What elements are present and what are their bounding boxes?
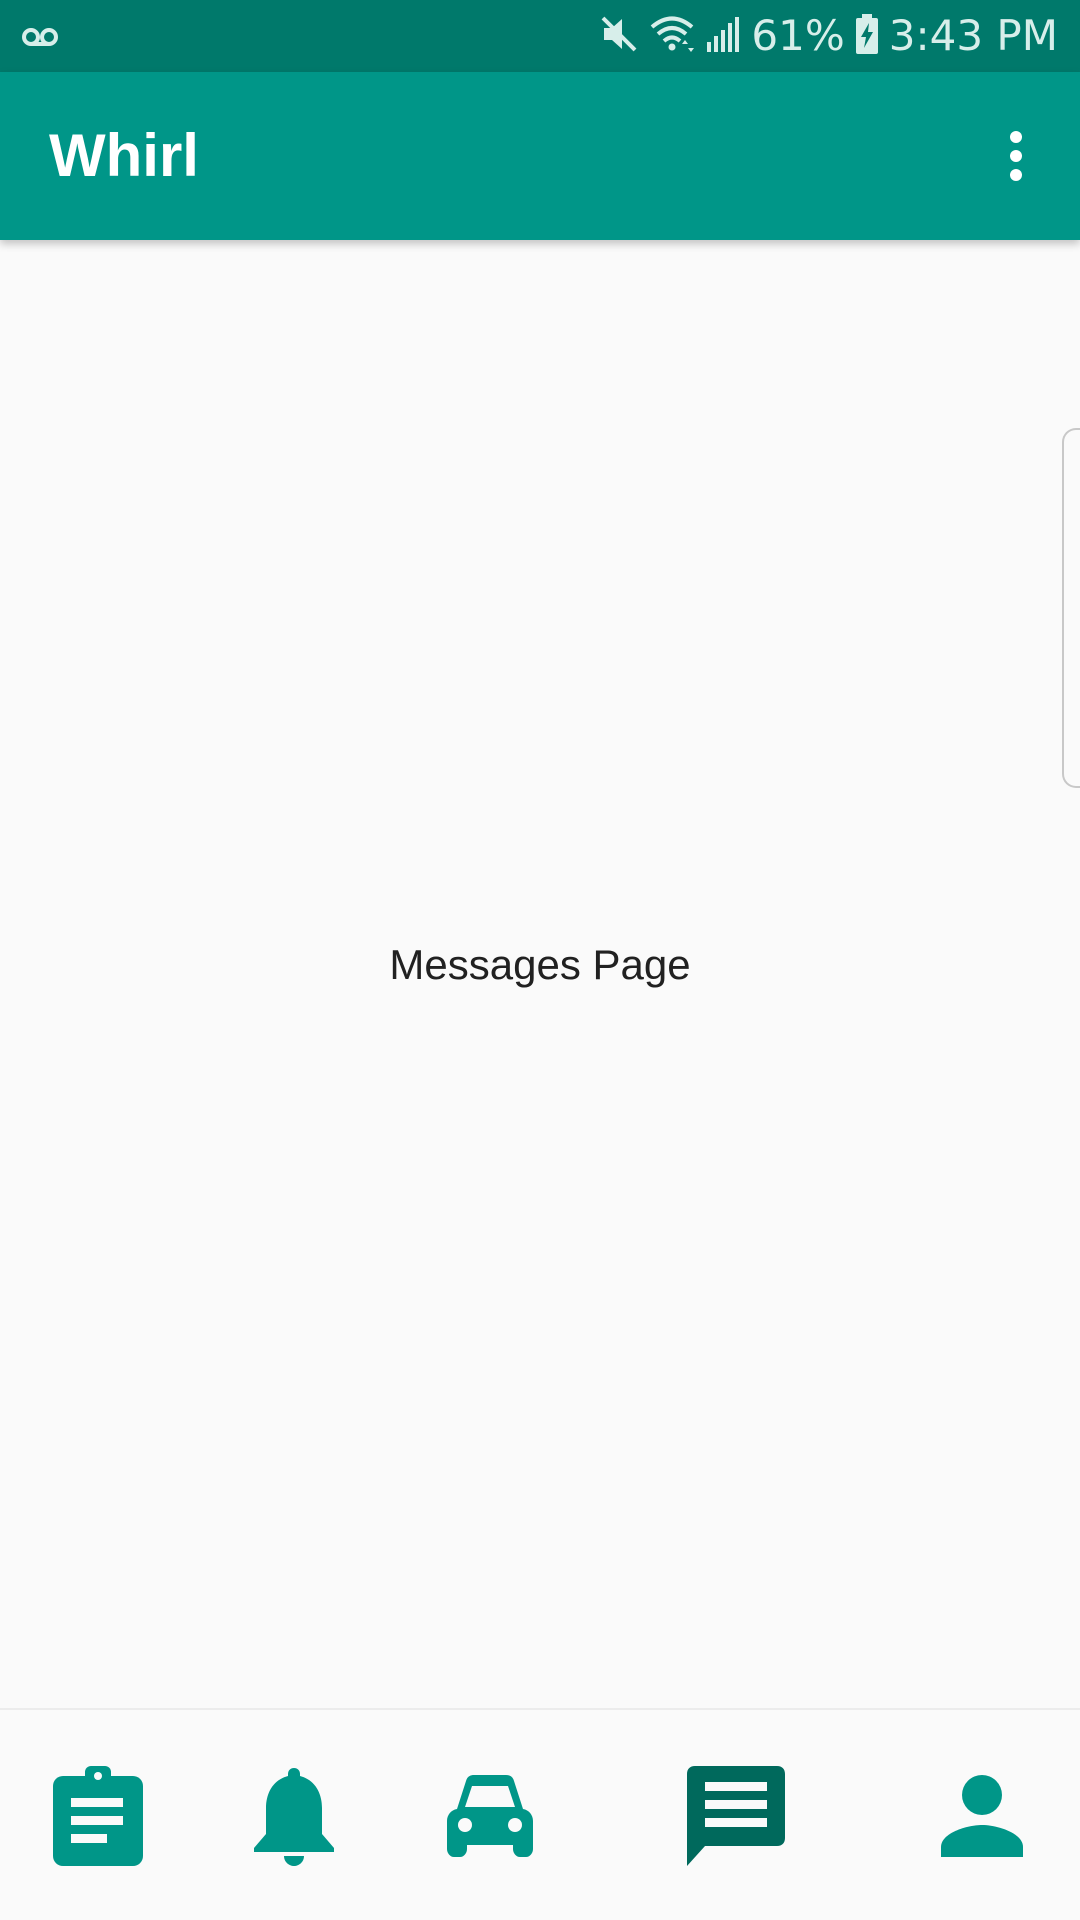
status-bar: 61% 3:43 PM	[0, 0, 1080, 72]
overflow-menu-button[interactable]	[988, 124, 1044, 188]
message-icon	[687, 1766, 785, 1866]
nav-item-profile[interactable]	[922, 1710, 1042, 1920]
notifications-icon	[254, 1768, 334, 1866]
car-icon	[447, 1775, 533, 1857]
nav-item-messages[interactable]	[676, 1710, 796, 1920]
page-label: Messages Page	[389, 941, 691, 988]
wifi-icon	[649, 14, 695, 59]
battery-charging-icon	[855, 13, 879, 60]
voicemail-icon	[20, 18, 60, 54]
app-title: Whirl	[49, 122, 199, 189]
assignment-icon	[53, 1766, 143, 1866]
more-vert-icon	[1010, 131, 1022, 181]
app-bar: Whirl	[0, 72, 1080, 240]
signal-icon	[705, 14, 741, 59]
clock: 3:43 PM	[888, 11, 1058, 60]
edge-panel-handle[interactable]	[1062, 428, 1080, 788]
bottom-navigation	[0, 1708, 1080, 1920]
nav-item-rides[interactable]	[430, 1710, 550, 1920]
main-content: Messages Page	[0, 240, 1080, 1708]
person-icon	[941, 1775, 1023, 1857]
mute-icon	[599, 14, 639, 59]
screen: 61% 3:43 PM Whirl Messages Page	[0, 0, 1080, 1920]
status-icons: 61% 3:43 PM	[599, 0, 1058, 72]
nav-item-notifications[interactable]	[234, 1710, 354, 1920]
nav-item-assignments[interactable]	[38, 1710, 158, 1920]
battery-percent: 61%	[751, 11, 845, 60]
